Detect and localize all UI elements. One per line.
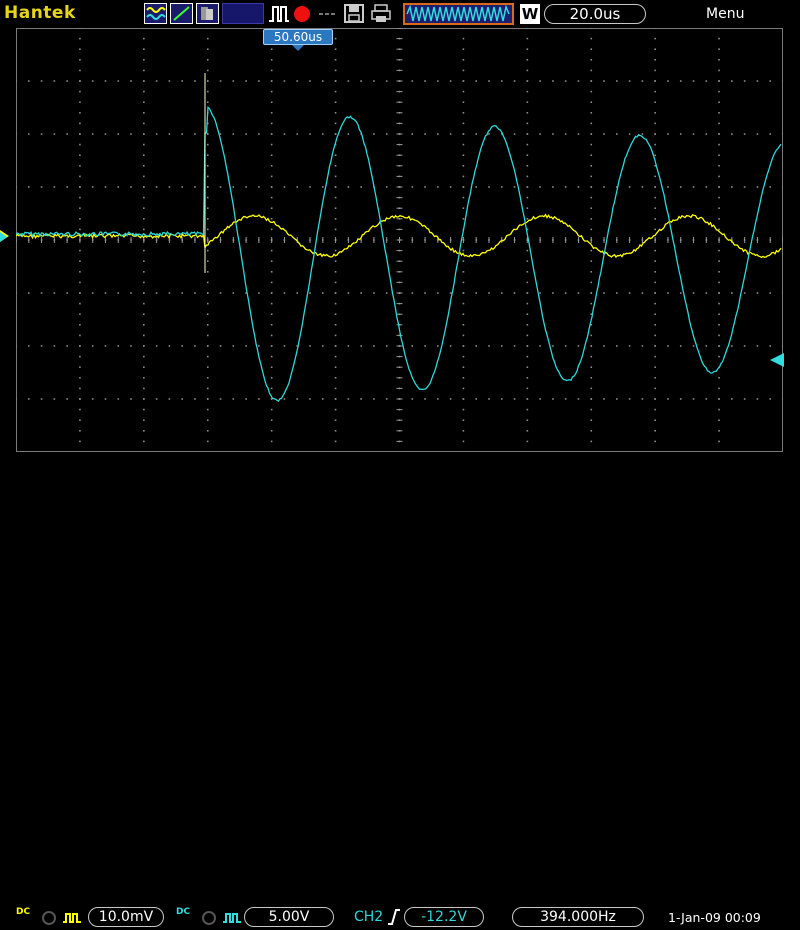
draw-mode-icon[interactable] bbox=[170, 3, 193, 24]
brand-logo: Hantek bbox=[4, 3, 76, 23]
ch1-trace bbox=[16, 213, 782, 259]
ch1-coupling-badge[interactable]: DC bbox=[16, 908, 30, 917]
ch2-scale[interactable]: 5.00V bbox=[244, 907, 334, 927]
rising-edge-icon[interactable] bbox=[387, 908, 401, 930]
ch1-probe-icon[interactable] bbox=[40, 910, 58, 929]
trigger-level-marker[interactable] bbox=[770, 353, 784, 367]
ch2-level-marker[interactable] bbox=[0, 232, 7, 242]
top-status-bar: Hantek W 20.0us Menu bbox=[0, 0, 800, 28]
date-time: 1-Jan-09 00:09 bbox=[668, 910, 761, 925]
trigger-time-pointer bbox=[292, 45, 304, 51]
trigger-source[interactable]: CH2 bbox=[354, 909, 383, 925]
ch2-coupling-badge[interactable]: DC bbox=[176, 908, 190, 917]
persist-icon[interactable] bbox=[196, 3, 219, 24]
print-icon[interactable] bbox=[370, 3, 392, 24]
waveform-icon[interactable] bbox=[403, 3, 514, 25]
menu-button[interactable]: Menu bbox=[706, 6, 744, 22]
save-icon[interactable] bbox=[343, 3, 365, 24]
status-indicator bbox=[222, 3, 264, 24]
pulse-icon[interactable] bbox=[268, 3, 290, 24]
window-badge[interactable]: W bbox=[520, 4, 540, 24]
waveform-display bbox=[16, 28, 783, 452]
trigger-time-marker[interactable]: 50.60us bbox=[263, 29, 333, 45]
record-icon[interactable] bbox=[294, 6, 310, 22]
ch2-trace bbox=[16, 105, 782, 402]
frequency-readout: 394.000Hz bbox=[512, 907, 644, 927]
trigger-level[interactable]: -12.2V bbox=[404, 907, 484, 927]
ch2-bandwidth-icon[interactable] bbox=[222, 910, 242, 929]
dots-icon[interactable] bbox=[316, 3, 338, 24]
ch1-scale[interactable]: 10.0mV bbox=[88, 907, 164, 927]
bottom-status-bar: DC 10.0mV DC 5.00V CH2 -12.2V 394.000Hz … bbox=[0, 452, 800, 927]
waveform-traces bbox=[16, 73, 782, 402]
timebase-readout[interactable]: 20.0us bbox=[544, 4, 646, 24]
mode-icon[interactable] bbox=[144, 3, 167, 24]
ch2-probe-icon[interactable] bbox=[200, 910, 218, 929]
ch1-bandwidth-icon[interactable] bbox=[62, 910, 82, 929]
